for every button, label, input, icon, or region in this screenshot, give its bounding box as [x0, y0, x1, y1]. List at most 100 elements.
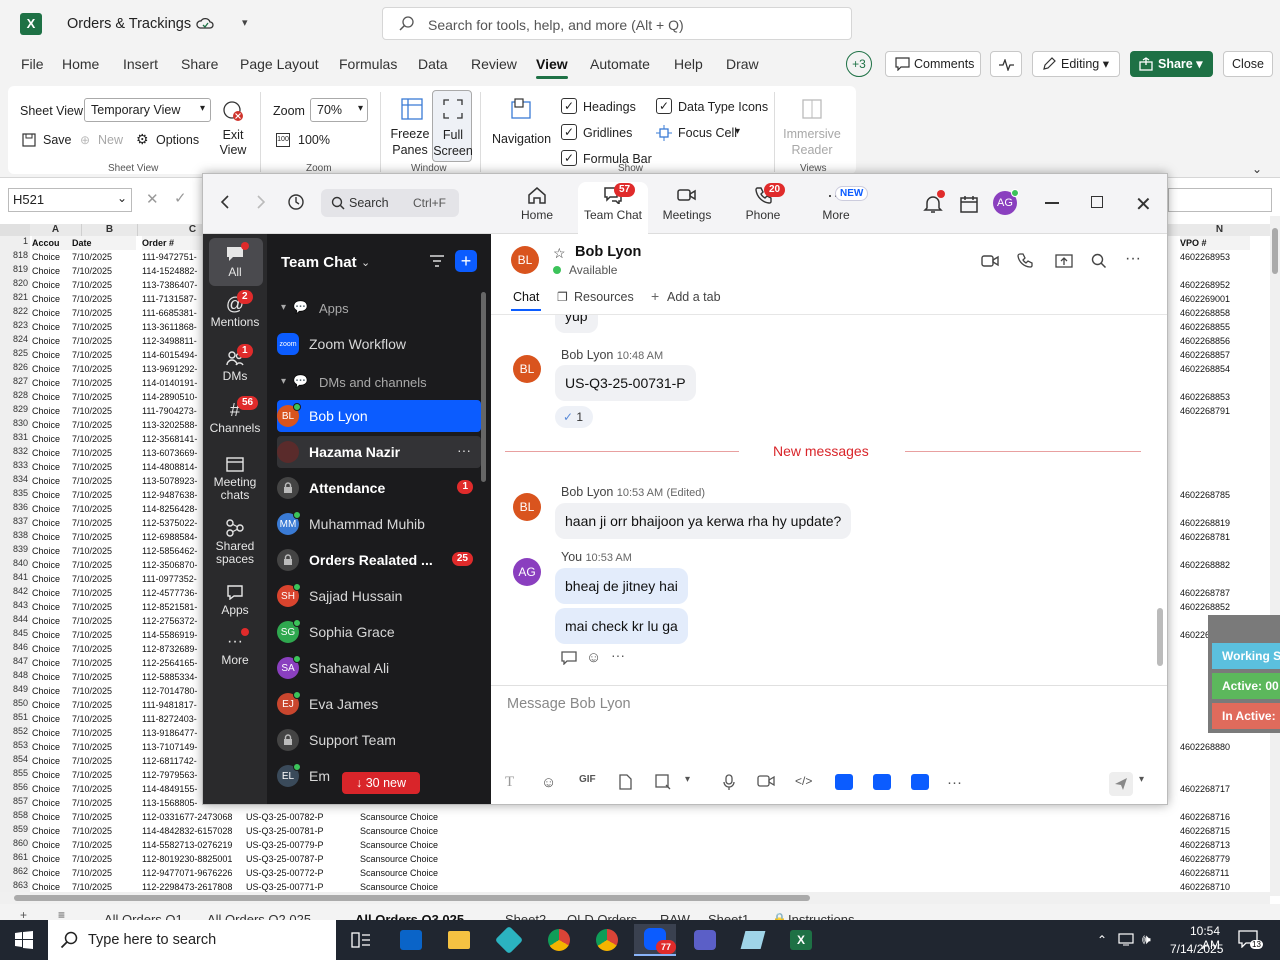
cell-vpo[interactable]: 4602268716	[1180, 810, 1250, 824]
row-header[interactable]: 835	[0, 488, 30, 502]
cell-po[interactable]: US-Q3-25-00772-P	[246, 866, 356, 880]
chat-tab-chat[interactable]: Chat	[513, 290, 539, 304]
code-snippet-icon[interactable]: </>	[795, 774, 812, 788]
cell-account[interactable]: Choice	[32, 250, 72, 264]
send-options-chevron-icon[interactable]: ▾	[1139, 774, 1144, 785]
cell-date[interactable]: 7/10/2025	[72, 754, 140, 768]
cell-order[interactable]: 111-9481817-	[142, 698, 202, 712]
apps-section-label[interactable]: Apps	[319, 301, 349, 316]
cell-account[interactable]: Choice	[32, 796, 72, 810]
row-header[interactable]: 849	[0, 684, 30, 698]
cell-order[interactable]: 112-6811742-	[142, 754, 202, 768]
message-scrollbar[interactable]	[1157, 608, 1163, 666]
cell-account[interactable]: Choice	[32, 306, 72, 320]
cell-date[interactable]: 7/10/2025	[72, 740, 140, 754]
notifications-icon[interactable]: 13	[1238, 930, 1263, 949]
cell-date[interactable]: 7/10/2025	[72, 488, 140, 502]
cell-vpo[interactable]: 4602268858	[1180, 306, 1250, 320]
row-header[interactable]: 823	[0, 320, 30, 334]
contact-list-item[interactable]: BL Bob Lyon	[277, 400, 481, 432]
menu-draw[interactable]: Draw	[726, 56, 759, 72]
excel-taskbar-icon[interactable]: X	[780, 924, 822, 956]
list-item-zoom-workflow[interactable]: zoom Zoom Workflow	[277, 328, 481, 360]
message-avatar[interactable]: AG	[513, 558, 541, 586]
row-header[interactable]: 857	[0, 796, 30, 810]
column-header-n[interactable]: N	[1168, 224, 1272, 236]
list-title-chevron-icon[interactable]: ⌄	[361, 256, 370, 269]
cell-vpo[interactable]: 4602268854	[1180, 362, 1250, 376]
sheet-tab-sheet2[interactable]: Sheet2	[505, 912, 546, 920]
close-icon[interactable]: ✕	[1135, 192, 1152, 217]
chat-tab-add[interactable]: Add a tab	[667, 290, 721, 304]
menu-automate[interactable]: Automate	[590, 56, 650, 72]
cell-vpo[interactable]: 4602268880	[1180, 740, 1250, 754]
cell-order[interactable]: 112-5885334-	[142, 670, 202, 684]
network-app-icon[interactable]	[732, 924, 774, 956]
calendar-icon[interactable]	[959, 194, 979, 214]
cell-vendor[interactable]: Scansource Choice	[360, 824, 470, 838]
name-box[interactable]: H521 ⌄	[8, 188, 132, 212]
row-header[interactable]: 841	[0, 572, 30, 586]
chat-list-scrollbar[interactable]	[481, 292, 486, 482]
rail-item-apps[interactable]: Apps	[203, 580, 267, 617]
cancel-formula-icon[interactable]: ✕	[146, 190, 159, 208]
sheet-tab-old-orders[interactable]: OLD Orders	[567, 912, 637, 920]
cell-date[interactable]: 7/10/2025	[72, 642, 140, 656]
cell-date[interactable]: 7/10/2025	[72, 614, 140, 628]
cell-date[interactable]: 7/10/2025	[72, 628, 140, 642]
cell-order[interactable]: 114-5582713-0276219	[142, 838, 246, 852]
cell-date[interactable]: 7/10/2025	[72, 516, 140, 530]
cell-account[interactable]: Choice	[32, 446, 72, 460]
cell-account[interactable]: Choice	[32, 726, 72, 740]
navigation-button[interactable]: Navigation	[492, 132, 551, 146]
sheet-tab-instructions[interactable]: Instructions	[788, 912, 854, 920]
volume-icon[interactable]: 🕪	[1142, 931, 1151, 948]
cell-order[interactable]: 112-7014780-	[142, 684, 202, 698]
cell-order[interactable]: 112-8732689-	[142, 642, 202, 656]
cell-account[interactable]: Choice	[32, 264, 72, 278]
row-header[interactable]: 858	[0, 810, 30, 824]
row-header[interactable]: 825	[0, 348, 30, 362]
cell-account[interactable]: Choice	[32, 698, 72, 712]
cell-order[interactable]: 114-4849155-	[142, 782, 202, 796]
reaction-chip[interactable]: ✓ 1	[555, 406, 593, 428]
app-three-icon[interactable]	[911, 774, 929, 790]
row-header[interactable]: 821	[0, 292, 30, 306]
cell-account[interactable]: Choice	[32, 404, 72, 418]
cell-account[interactable]: Choice	[32, 292, 72, 306]
cell-date[interactable]: 7/10/2025	[72, 670, 140, 684]
row-header[interactable]: 828	[0, 390, 30, 404]
cell-order[interactable]: 113-9691292-	[142, 362, 202, 376]
add-reaction-icon[interactable]: ☺	[586, 649, 601, 666]
cell-vpo[interactable]: 4602268852	[1180, 600, 1250, 614]
cell-order[interactable]: 114-8256428-	[142, 502, 202, 516]
tab-phone[interactable]: Phone 20	[728, 182, 798, 234]
cell-order[interactable]: 113-3611868-	[142, 320, 202, 334]
cell-vendor[interactable]: Scansource Choice	[360, 866, 470, 880]
taskbar-date[interactable]: 7/14/2025	[1170, 942, 1223, 956]
cell-vpo[interactable]	[1180, 754, 1250, 768]
menu-page-layout[interactable]: Page Layout	[240, 56, 319, 72]
row-header[interactable]: 829	[0, 404, 30, 418]
cell-order[interactable]: 114-1524882-	[142, 264, 202, 278]
cell-order[interactable]: 112-5375022-	[142, 516, 202, 530]
cell-order[interactable]: 112-6988584-	[142, 530, 202, 544]
cell-order[interactable]: 113-6073669-	[142, 446, 202, 460]
reply-icon[interactable]	[561, 651, 577, 665]
horizontal-scrollbar[interactable]	[0, 892, 1270, 904]
cell-date[interactable]: 7/10/2025	[72, 334, 140, 348]
cell-date[interactable]: 7/10/2025	[72, 404, 140, 418]
cell-vpo[interactable]: 4602268856	[1180, 334, 1250, 348]
rail-item-dms[interactable]: DMs 1	[203, 344, 267, 383]
cell-account[interactable]: Choice	[32, 824, 72, 838]
cell-account[interactable]: Choice	[32, 558, 72, 572]
file-explorer-icon[interactable]	[438, 924, 480, 956]
row-header[interactable]: 851	[0, 712, 30, 726]
cell-vpo[interactable]	[1180, 502, 1250, 516]
cell-order[interactable]: 112-3568141-	[142, 432, 202, 446]
cell-date[interactable]: 7/10/2025	[72, 292, 140, 306]
cell-account[interactable]: Choice	[32, 782, 72, 796]
cell-account[interactable]: Choice	[32, 614, 72, 628]
microphone-icon[interactable]	[723, 774, 735, 790]
sheet-tab-all-orders-q1[interactable]: All Orders Q1	[104, 912, 183, 920]
